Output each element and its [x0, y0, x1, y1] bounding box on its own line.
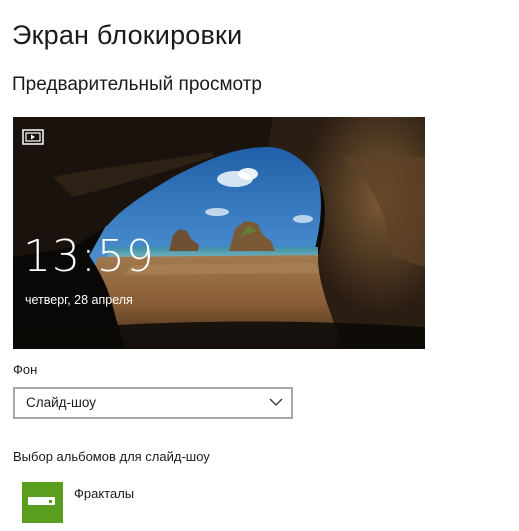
album-tile — [22, 482, 63, 523]
lock-screen-time: 13:59 — [23, 231, 155, 282]
background-dropdown[interactable]: Слайд-шоу — [13, 387, 293, 419]
chevron-down-icon — [269, 398, 283, 406]
lock-screen-preview: 13:59 четверг, 28 апреля — [13, 117, 425, 349]
album-item-fractals[interactable]: Фракталы — [22, 482, 282, 524]
albums-label: Выбор альбомов для слайд-шоу — [13, 449, 210, 464]
lock-screen-date: четверг, 28 апреля — [25, 293, 133, 307]
background-label: Фон — [13, 362, 38, 377]
preview-heading: Предварительный просмотр — [12, 74, 262, 95]
slideshow-icon — [22, 129, 44, 145]
drive-light — [49, 500, 52, 503]
background-dropdown-value: Слайд-шоу — [26, 395, 96, 410]
page-title: Экран блокировки — [12, 20, 243, 50]
album-name: Фракталы — [74, 486, 135, 501]
